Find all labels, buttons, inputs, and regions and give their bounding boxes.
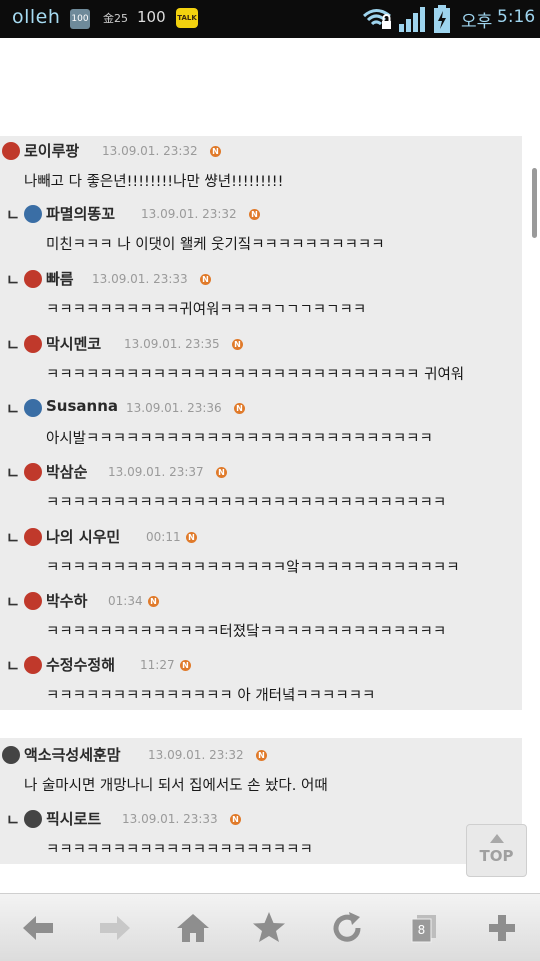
comment-date: 13.09.01. 23:33	[122, 812, 218, 826]
comment-date: 13.09.01. 23:37	[108, 465, 204, 479]
avatar	[24, 528, 42, 546]
comment-item: ㄴ 나의 시우민 00:11 N ㅋㅋㅋㅋㅋㅋㅋㅋㅋㅋㅋㅋㅋㅋㅋㅋㅋㅋ앜ㅋㅋㅋㅋㅋㅋㅋㅋ…	[0, 526, 522, 588]
reply-indicator: ㄴ	[6, 271, 20, 289]
avatar	[2, 746, 20, 764]
signal-bars-icon	[399, 7, 425, 32]
new-badge: N	[249, 209, 260, 220]
comment-text: 나빼고 다 좋은년!!!!!!!!나만 썅년!!!!!!!!!	[24, 174, 284, 190]
comment-text: ㅋㅋㅋㅋㅋㅋㅋㅋㅋㅋ귀여워ㅋㅋㅋㅋㄱㄱㄱㅋㄱㅋㅋ	[46, 302, 367, 318]
comment-item: ㄴ 막시멘코 13.09.01. 23:35 N ㅋㅋㅋㅋㅋㅋㅋㅋㅋㅋㅋㅋㅋㅋㅋㅋㅋㅋㅋ…	[0, 333, 522, 395]
comment-text: 나 술마시면 개망나니 되서 집에서도 손 놨다. 어때	[24, 778, 328, 794]
comment-author[interactable]: 나의 시우민	[46, 526, 120, 547]
avatar	[24, 205, 42, 223]
comment-text: ㅋㅋㅋㅋㅋㅋㅋㅋㅋㅋㅋㅋㅋㅋ 아 개터녘ㅋㅋㅋㅋㅋㅋ	[46, 688, 376, 704]
avatar	[24, 270, 42, 288]
scrollbar[interactable]	[532, 168, 537, 238]
comment-text: 아시발ㅋㅋㅋㅋㅋㅋㅋㅋㅋㅋㅋㅋㅋㅋㅋㅋㅋㅋㅋㅋㅋㅋㅋㅋㅋㅋ	[46, 431, 433, 447]
avatar	[24, 463, 42, 481]
reply-indicator: ㄴ	[6, 811, 20, 829]
ampm-label: 오후	[461, 12, 493, 32]
comment-date: 00:11	[146, 530, 181, 544]
plus-icon[interactable]	[482, 908, 522, 948]
tabs-icon[interactable]: 8	[404, 908, 444, 948]
bookmark-star-icon[interactable]	[249, 908, 289, 948]
refresh-icon[interactable]	[327, 908, 367, 948]
home-icon[interactable]	[173, 908, 213, 948]
reply-indicator: ㄴ	[6, 336, 20, 354]
comment-text: ㅋㅋㅋㅋㅋㅋㅋㅋㅋㅋㅋㅋㅋㅋㅋㅋㅋㅋㅋㅋㅋㅋㅋㅋㅋㅋㅋㅋㅋㅋ	[46, 495, 447, 511]
new-badge: N	[180, 660, 191, 671]
new-badge: N	[210, 146, 221, 157]
comment-author[interactable]: 수정수정해	[46, 654, 115, 675]
reply-indicator: ㄴ	[6, 464, 20, 482]
forward-icon[interactable]	[95, 908, 135, 948]
comment-item: ㄴ 박삼순 13.09.01. 23:37 N ㅋㅋㅋㅋㅋㅋㅋㅋㅋㅋㅋㅋㅋㅋㅋㅋㅋㅋㅋㅋ…	[0, 461, 522, 523]
avatar	[24, 656, 42, 674]
hundred-notification: 100	[137, 8, 166, 26]
top-button-label: TOP	[479, 847, 514, 865]
new-badge: N	[148, 596, 159, 607]
wifi-lock-icon	[362, 9, 391, 29]
comment-item: ㄴ Susanna 13.09.01. 23:36 N 아시발ㅋㅋㅋㅋㅋㅋㅋㅋㅋㅋㅋㅋㅋ…	[0, 397, 522, 459]
battery-percent-icon: 100	[70, 9, 90, 29]
comment-author[interactable]: 파멸의똥꼬	[46, 203, 115, 224]
new-badge: N	[186, 532, 197, 543]
comment-author[interactable]: 빠름	[46, 268, 74, 289]
reply-indicator: ㄴ	[6, 593, 20, 611]
new-badge: N	[256, 750, 267, 761]
tabs-count: 8	[417, 923, 426, 937]
avatar	[24, 399, 42, 417]
comment-item: ㄴ 수정수정해 11:27 N ㅋㅋㅋㅋㅋㅋㅋㅋㅋㅋㅋㅋㅋㅋ 아 개터녘ㅋㅋㅋㅋㅋㅋ	[0, 654, 522, 716]
avatar	[2, 142, 20, 160]
comment-author[interactable]: 막시멘코	[46, 333, 101, 354]
comment-author[interactable]: 박삼순	[46, 461, 87, 482]
comment-author[interactable]: 픽시로트	[46, 808, 101, 829]
scroll-to-top-button[interactable]: TOP	[466, 824, 527, 877]
comment-item: ㄴ 박수하 01:34 N ㅋㅋㅋㅋㅋㅋㅋㅋㅋㅋㅋㅋㅋ터졌닼ㅋㅋㅋㅋㅋㅋㅋㅋㅋㅋㅋㅋㅋㅋ	[0, 590, 522, 652]
gold-notification: 金25	[103, 12, 128, 25]
comment-item: 로이루팡 13.09.01. 23:32 N 나빼고 다 좋은년!!!!!!!!나만 …	[0, 140, 522, 202]
kakaotalk-icon: TALK	[176, 8, 198, 28]
comment-item: 액소극성세훈맘 13.09.01. 23:32 N 나 술마시면 개망나니 되서 집에…	[0, 744, 522, 806]
comment-date: 13.09.01. 23:35	[124, 337, 220, 351]
reply-indicator: ㄴ	[6, 529, 20, 547]
back-icon[interactable]	[18, 908, 58, 948]
avatar	[24, 592, 42, 610]
comment-text: ㅋㅋㅋㅋㅋㅋㅋㅋㅋㅋㅋㅋㅋㅋㅋㅋㅋㅋㅋㅋ	[46, 842, 313, 858]
clock: 5:16	[497, 7, 536, 27]
comment-item: ㄴ 빠름 13.09.01. 23:33 N ㅋㅋㅋㅋㅋㅋㅋㅋㅋㅋ귀여워ㅋㅋㅋㅋㄱㄱㄱㅋ…	[0, 268, 522, 330]
up-arrow-icon	[490, 834, 504, 843]
status-bar: olleh 100 金25 100 TALK 오후 5:16	[0, 0, 540, 38]
comment-text: ㅋㅋㅋㅋㅋㅋㅋㅋㅋㅋㅋㅋㅋ터졌닼ㅋㅋㅋㅋㅋㅋㅋㅋㅋㅋㅋㅋㅋㅋ	[46, 624, 447, 640]
avatar	[24, 810, 42, 828]
comment-date: 13.09.01. 23:32	[148, 748, 244, 762]
new-badge: N	[230, 814, 241, 825]
comment-date: 13.09.01. 23:33	[92, 272, 188, 286]
reply-indicator: ㄴ	[6, 400, 20, 418]
comment-date: 01:34	[108, 594, 143, 608]
new-badge: N	[232, 339, 243, 350]
reply-indicator: ㄴ	[6, 657, 20, 675]
comment-date: 13.09.01. 23:32	[141, 207, 237, 221]
comment-author[interactable]: 액소극성세훈맘	[24, 744, 121, 765]
new-badge: N	[216, 467, 227, 478]
avatar	[24, 335, 42, 353]
comment-author[interactable]: Susanna	[46, 397, 118, 415]
comment-author[interactable]: 로이루팡	[24, 140, 79, 161]
comment-text: ㅋㅋㅋㅋㅋㅋㅋㅋㅋㅋㅋㅋㅋㅋㅋㅋㅋㅋ앜ㅋㅋㅋㅋㅋㅋㅋㅋㅋㅋㅋㅋ	[46, 560, 460, 576]
comment-date: 13.09.01. 23:36	[126, 401, 222, 415]
comment-text: 미친ㅋㅋㅋ 나 이댓이 왤케 웃기짘ㅋㅋㅋㅋㅋㅋㅋㅋㅋㅋ	[46, 237, 385, 253]
reply-indicator: ㄴ	[6, 206, 20, 224]
new-badge: N	[234, 403, 245, 414]
comment-date: 11:27	[140, 658, 175, 672]
browser-toolbar: 8	[0, 893, 540, 961]
comment-item: ㄴ 픽시로트 13.09.01. 23:33 N ㅋㅋㅋㅋㅋㅋㅋㅋㅋㅋㅋㅋㅋㅋㅋㅋㅋㅋㅋ…	[0, 808, 522, 870]
comment-author[interactable]: 박수하	[46, 590, 87, 611]
carrier-label: olleh	[12, 6, 61, 28]
battery-charging-icon	[434, 5, 450, 33]
comment-text: ㅋㅋㅋㅋㅋㅋㅋㅋㅋㅋㅋㅋㅋㅋㅋㅋㅋㅋㅋㅋㅋㅋㅋㅋㅋㅋㅋㅋ 귀여워	[46, 367, 465, 383]
new-badge: N	[200, 274, 211, 285]
comment-item: ㄴ 파멸의똥꼬 13.09.01. 23:32 N 미친ㅋㅋㅋ 나 이댓이 왤케 웃기짘…	[0, 203, 522, 265]
comment-date: 13.09.01. 23:32	[102, 144, 198, 158]
